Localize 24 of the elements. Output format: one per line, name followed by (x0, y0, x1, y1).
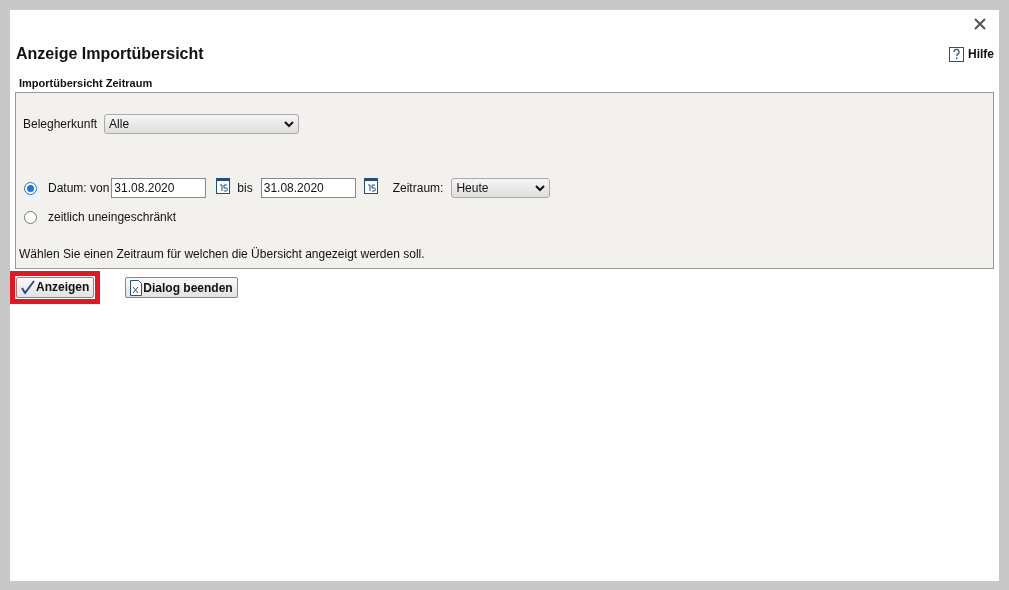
dialog-button[interactable]: Anzeigen (16, 276, 95, 298)
field-label: bis (237, 180, 253, 197)
calendar-icon[interactable] (216, 178, 231, 194)
radio-button[interactable] (24, 210, 37, 224)
chevron-down-icon (535, 184, 546, 192)
dialog-button[interactable]: Dialog beenden (125, 277, 238, 298)
period-select[interactable]: Heute (451, 178, 551, 198)
radio-button[interactable] (24, 181, 37, 195)
field-label: Belegherkunft (23, 116, 98, 133)
section-title: Importübersicht Zeitraum (19, 75, 153, 91)
option-label: Datum: von (48, 180, 110, 197)
calendar-icon[interactable] (363, 178, 378, 194)
help-link[interactable]: Hilfe (968, 45, 994, 63)
option-label: zeitlich uneingeschränkt (48, 209, 177, 226)
help-icon[interactable] (949, 46, 964, 62)
chevron-down-icon (284, 120, 295, 128)
date-field[interactable]: 31.08.2020 (111, 178, 207, 198)
document-x-icon (130, 279, 143, 296)
origin-select[interactable]: Alle (104, 114, 300, 134)
field-label: Zeitraum: (392, 180, 444, 197)
date-field[interactable]: 31.08.2020 (260, 178, 356, 198)
dialog-title: Anzeige Importübersicht (16, 44, 204, 64)
hint-text: Wählen Sie einen Zeitraum für welchen die Übersicht angezeigt werden soll. (19, 247, 425, 261)
checkmark-icon (21, 280, 35, 294)
